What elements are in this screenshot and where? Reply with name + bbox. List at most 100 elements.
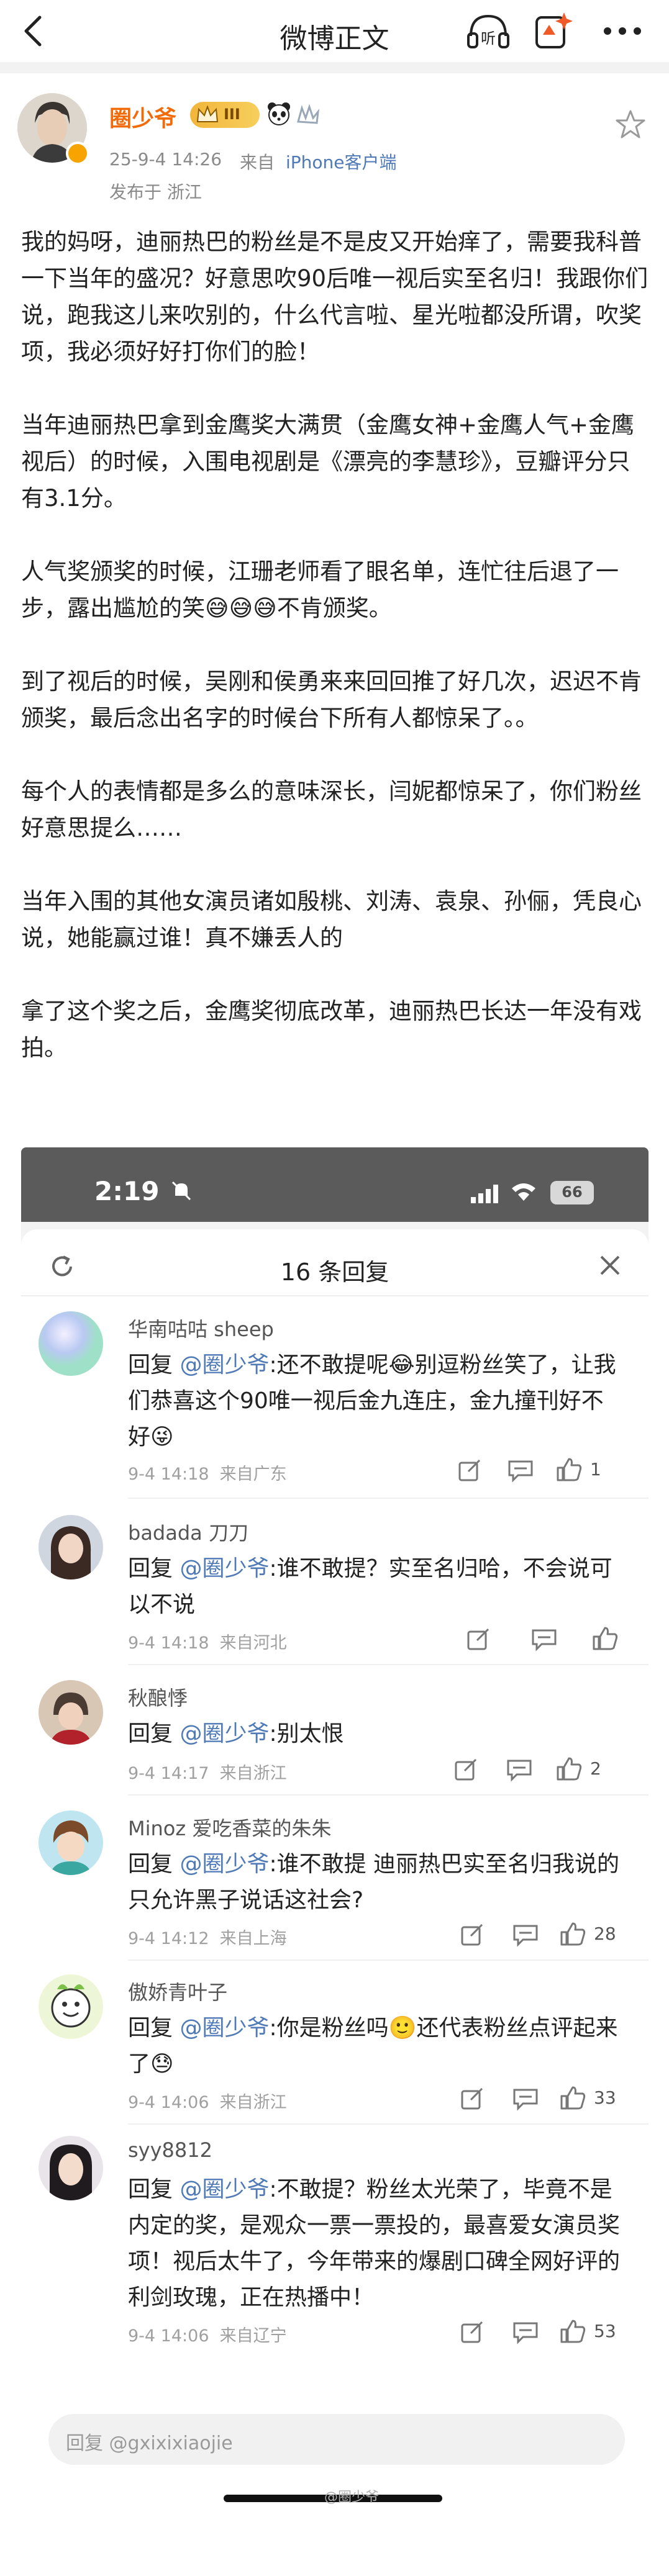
reply-text: 回复 @圈少爷:谁不敢提？实至名归哈，不会说可以不说 (128, 1551, 625, 1623)
reply-prefix: 回复 (128, 1721, 173, 1747)
reply-time: 9-4 14:12 (128, 1929, 209, 1948)
reply-time: 9-4 14:18 (128, 1634, 209, 1653)
comment-icon[interactable] (512, 2086, 539, 2111)
reply-avatar[interactable] (39, 1311, 103, 1376)
reply-prefix: 回复 (128, 2015, 173, 2041)
share-icon[interactable] (458, 1922, 486, 1947)
like-icon[interactable] (591, 1625, 619, 1650)
post-paragraph: 拿了这个奖之后，金鹰奖彻底改革，迪丽热巴长达一年没有戏拍。 (21, 998, 642, 1061)
top-nav-bar: 微博正文 听 (0, 0, 669, 62)
reply-time: 9-4 14:17 (128, 1764, 209, 1783)
reply-username[interactable]: Minoz 爱吃香菜的朱朱 (128, 1813, 331, 1842)
reply-username[interactable]: syy8812 (128, 2138, 212, 2162)
author-name[interactable]: 圈少爷 (109, 101, 176, 133)
favorite-star-icon[interactable] (615, 109, 646, 139)
comment-icon[interactable] (530, 1627, 558, 1652)
embedded-screenshot-image[interactable]: 2:19 66 16 条回复 华南咕咕 sheep 回复 @圈少爷:还不敢提呢😂… (21, 1147, 649, 2511)
like-count: 2 (590, 1758, 601, 1779)
member-level-badge[interactable]: III (190, 102, 260, 128)
comment-icon[interactable] (506, 1757, 533, 1782)
reply-from: 来自河北 (219, 1634, 287, 1653)
reply-from: 来自上海 (219, 1929, 287, 1948)
reply-text: 回复 @圈少爷:谁不敢提 迪丽热巴实至名归我说的 只允许黑子说话这社会? (128, 1846, 625, 1918)
verified-badge-icon (66, 142, 89, 165)
reply-prefix: 回复 (128, 2177, 173, 2202)
post-body: 我的妈呀，迪丽热巴的粉丝是不是皮又开始痒了，需要我科普一下当年的盛况？好意思吹9… (21, 224, 649, 1066)
reply-from: 来自广东 (219, 1465, 287, 1484)
share-icon[interactable] (456, 1458, 483, 1483)
post-paragraph: 人气奖颁奖的时候，江珊老师看了眼名单，连忙往后退了一步，露出尴尬的笑😅😅😅不肯颁… (21, 558, 619, 621)
reply-divider (128, 1664, 649, 1665)
status-time: 2:19 (94, 1176, 160, 1206)
like-icon[interactable] (555, 1756, 583, 1781)
ai-assistant-icon[interactable] (533, 10, 576, 52)
reply-time: 9-4 14:06 (128, 2093, 209, 2112)
reply-mention[interactable]: @圈少爷 (180, 2177, 269, 2202)
close-icon[interactable] (598, 1253, 622, 1278)
reply-mention[interactable]: @圈少爷 (180, 1556, 269, 1581)
post-paragraph: 我的妈呀，迪丽热巴的粉丝是不是皮又开始痒了，需要我科普一下当年的盛况？好意思吹9… (21, 228, 649, 365)
like-icon[interactable] (555, 1457, 583, 1481)
post-paragraph: 每个人的表情都是多么的意味深长，闫妮都惊呆了，你们粉丝好意思提么…… (21, 778, 642, 841)
reply-username[interactable]: 华南咕咕 sheep (128, 1314, 274, 1342)
reply-input-field[interactable]: 回复 @gxixixiaojie (48, 2414, 625, 2465)
reply-avatar[interactable] (39, 1515, 103, 1579)
replies-count-title: 16 条回复 (280, 1259, 389, 1286)
comment-icon[interactable] (512, 2320, 539, 2344)
post-source-prefix: 来自 (240, 152, 275, 173)
post-paragraph: 到了视后的时候，吴刚和侯勇来来回回推了好几次，迟迟不肯颁奖，最后念出名字的时候台… (21, 668, 642, 731)
battery-icon: 66 (550, 1181, 594, 1204)
reply-text: 回复 @圈少爷:还不敢提呢😂别逗粉丝笑了，让我们恭喜这个90唯一视后金九连庄，金… (128, 1347, 625, 1455)
reply-meta: 9-4 14:18 来自河北 (128, 1629, 287, 1653)
post-paragraph: 当年迪丽热巴拿到金鹰奖大满贯（金鹰女神+金鹰人气+金鹰视后）的时候，入围电视剧是… (21, 412, 635, 512)
crown-icon (196, 106, 219, 122)
reply-username[interactable]: badada 刀刀 (128, 1517, 248, 1546)
nav-divider (0, 62, 669, 73)
cell-signal-icon (471, 1185, 498, 1203)
like-count: 28 (594, 1923, 616, 1944)
reply-username[interactable]: 秋酿悸 (128, 1683, 188, 1711)
panda-icon (268, 102, 290, 125)
reply-divider (128, 1498, 649, 1499)
reply-avatar[interactable] (39, 1680, 103, 1745)
share-icon[interactable] (458, 2320, 486, 2344)
reply-avatar[interactable] (39, 1810, 103, 1875)
comment-icon[interactable] (512, 1922, 539, 1947)
reply-input-placeholder: 回复 @gxixixiaojie (66, 2433, 233, 2454)
post-date: 25-9-4 14:26 (109, 149, 222, 169)
reply-mention[interactable]: @圈少爷 (180, 1352, 269, 1378)
member-level-text: III (224, 106, 240, 123)
reply-from: 来自浙江 (219, 2093, 287, 2112)
reply-time: 9-4 14:18 (128, 1465, 209, 1484)
like-icon[interactable] (559, 1921, 586, 1946)
reply-divider (128, 1794, 649, 1796)
more-options-icon[interactable] (598, 12, 647, 50)
comment-icon[interactable] (507, 1458, 534, 1483)
badge-hand-icon (297, 104, 320, 124)
reply-mention[interactable]: @圈少爷 (180, 2015, 269, 2041)
reply-avatar[interactable] (39, 1974, 103, 2039)
reply-mention[interactable]: @圈少爷 (180, 1721, 269, 1747)
post-location: 发布于 浙江 (109, 182, 202, 202)
reply-username[interactable]: 傲娇青叶子 (128, 1977, 227, 2005)
reply-prefix: 回复 (128, 1851, 173, 1877)
screenshot-status-bar: 2:19 66 (21, 1147, 649, 1222)
reply-meta: 9-4 14:18 来自广东 (128, 1460, 287, 1485)
listen-headphones-icon[interactable]: 听 (465, 11, 512, 51)
like-count: 1 (590, 1459, 601, 1480)
like-icon[interactable] (559, 2085, 586, 2110)
reply-from: 来自浙江 (219, 1764, 287, 1783)
reply-content: :别太恨 (269, 1721, 344, 1747)
share-icon[interactable] (452, 1757, 480, 1782)
post-device-link[interactable]: iPhone客户端 (286, 149, 397, 174)
reply-meta: 9-4 14:17 来自浙江 (128, 1760, 287, 1784)
share-icon[interactable] (458, 2086, 486, 2111)
like-icon[interactable] (559, 2318, 586, 2343)
weibo-watermark: @圈少爷 (324, 2490, 380, 2505)
reply-avatar[interactable] (39, 2136, 103, 2200)
reply-time: 9-4 14:06 (128, 2326, 209, 2346)
reply-meta: 9-4 14:06 来自浙江 (128, 2089, 287, 2113)
share-icon[interactable] (465, 1627, 492, 1652)
listen-label: 听 (481, 30, 496, 47)
reply-mention[interactable]: @圈少爷 (180, 1851, 269, 1877)
